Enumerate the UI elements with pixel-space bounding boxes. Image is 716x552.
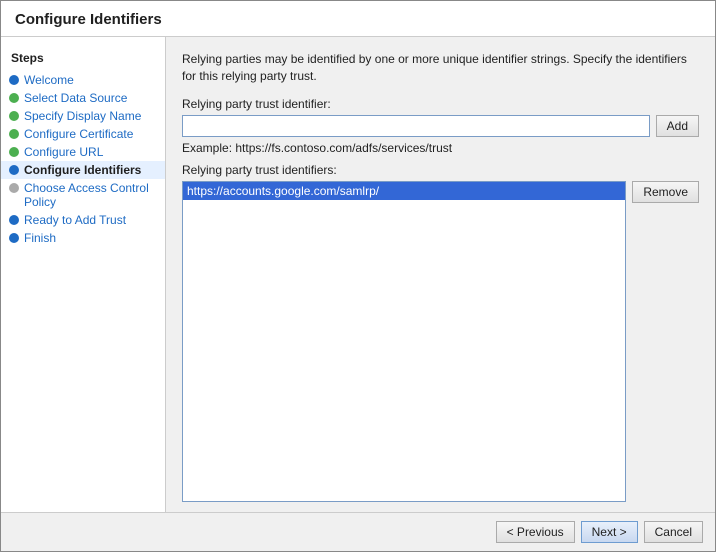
dot-welcome bbox=[9, 75, 19, 85]
sidebar-item-label-configure-certificate: Configure Certificate bbox=[24, 127, 133, 141]
sidebar-item-label-ready-to-add-trust: Ready to Add Trust bbox=[24, 213, 126, 227]
example-text: Example: https://fs.contoso.com/adfs/ser… bbox=[182, 141, 699, 155]
dialog-footer: < Previous Next > Cancel bbox=[1, 512, 715, 551]
sidebar-item-label-finish: Finish bbox=[24, 231, 56, 245]
cancel-button[interactable]: Cancel bbox=[644, 521, 703, 543]
sidebar-steps-label: Steps bbox=[1, 47, 165, 71]
identifiers-listbox[interactable]: https://accounts.google.com/samlrp/ bbox=[182, 181, 626, 502]
identifiers-label: Relying party trust identifiers: bbox=[182, 163, 699, 177]
sidebar-item-specify-display-name[interactable]: Specify Display Name bbox=[1, 107, 165, 125]
sidebar-item-welcome[interactable]: Welcome bbox=[1, 71, 165, 89]
dot-choose-access-control bbox=[9, 183, 19, 193]
dot-finish bbox=[9, 233, 19, 243]
dot-configure-certificate bbox=[9, 129, 19, 139]
identifier-input[interactable] bbox=[182, 115, 650, 137]
identifiers-list-row: https://accounts.google.com/samlrp/ Remo… bbox=[182, 181, 699, 502]
remove-button[interactable]: Remove bbox=[632, 181, 699, 203]
sidebar-item-label-configure-identifiers: Configure Identifiers bbox=[24, 163, 141, 177]
sidebar-item-select-data-source[interactable]: Select Data Source bbox=[1, 89, 165, 107]
dialog-body: Steps Welcome Select Data Source Specify… bbox=[1, 37, 715, 512]
sidebar-item-label-welcome: Welcome bbox=[24, 73, 74, 87]
identifier-input-row: Add bbox=[182, 115, 699, 137]
add-button[interactable]: Add bbox=[656, 115, 699, 137]
sidebar-item-ready-to-add-trust[interactable]: Ready to Add Trust bbox=[1, 211, 165, 229]
sidebar-item-label-specify-display-name: Specify Display Name bbox=[24, 109, 141, 123]
sidebar-item-configure-certificate[interactable]: Configure Certificate bbox=[1, 125, 165, 143]
dialog-title: Configure Identifiers bbox=[1, 1, 715, 37]
sidebar-item-label-select-data-source: Select Data Source bbox=[24, 91, 127, 105]
description-text: Relying parties may be identified by one… bbox=[182, 51, 699, 85]
sidebar: Steps Welcome Select Data Source Specify… bbox=[1, 37, 166, 512]
dot-ready-to-add-trust bbox=[9, 215, 19, 225]
sidebar-item-configure-identifiers[interactable]: Configure Identifiers bbox=[1, 161, 165, 179]
dot-select-data-source bbox=[9, 93, 19, 103]
configure-identifiers-dialog: Configure Identifiers Steps Welcome Sele… bbox=[0, 0, 716, 552]
sidebar-item-label-choose-access-control: Choose Access Control Policy bbox=[24, 181, 159, 209]
identifier-label: Relying party trust identifier: bbox=[182, 97, 699, 111]
list-item[interactable]: https://accounts.google.com/samlrp/ bbox=[183, 182, 625, 200]
previous-button[interactable]: < Previous bbox=[496, 521, 575, 543]
dot-configure-url bbox=[9, 147, 19, 157]
sidebar-item-label-configure-url: Configure URL bbox=[24, 145, 103, 159]
dot-specify-display-name bbox=[9, 111, 19, 121]
sidebar-item-configure-url[interactable]: Configure URL bbox=[1, 143, 165, 161]
dot-configure-identifiers bbox=[9, 165, 19, 175]
main-content: Relying parties may be identified by one… bbox=[166, 37, 715, 512]
next-button[interactable]: Next > bbox=[581, 521, 638, 543]
sidebar-item-finish[interactable]: Finish bbox=[1, 229, 165, 247]
sidebar-item-choose-access-control[interactable]: Choose Access Control Policy bbox=[1, 179, 165, 211]
